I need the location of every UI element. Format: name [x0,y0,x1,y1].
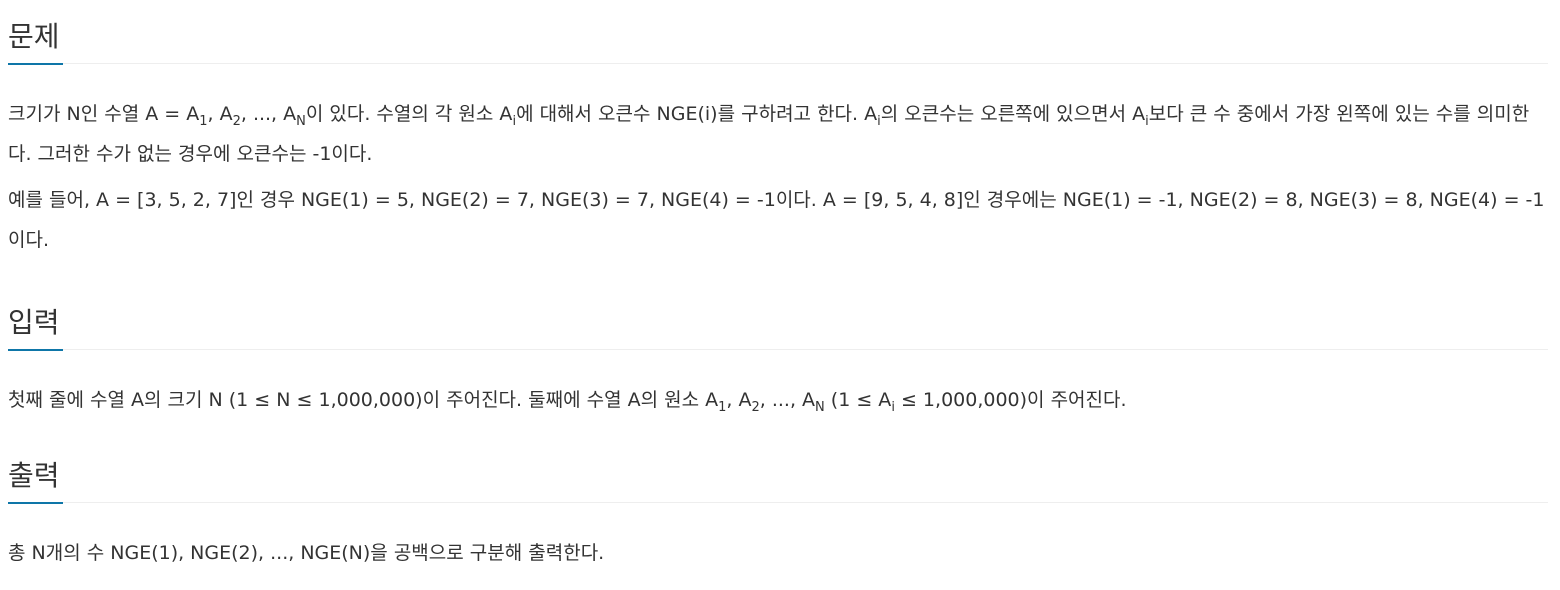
problem-header: 문제 [8,8,1548,65]
subscript: 2 [232,113,241,129]
subscript: N [296,113,306,129]
subscript: 2 [751,399,760,415]
output-paragraph: 총 N개의 수 NGE(1), NGE(2), ..., NGE(N)을 공백으… [8,542,605,564]
text-span: 크기가 N인 수열 A = A [8,103,200,125]
text-span: 이 있다. 수열의 각 원소 A [305,103,513,125]
output-body: 총 N개의 수 NGE(1), NGE(2), ..., NGE(N)을 공백으… [8,533,1548,573]
problem-paragraph-2: 예를 들어, A = [3, 5, 2, 7]인 경우 NGE(1) = 5, … [8,189,1545,251]
text-span: , A [207,103,233,125]
text-span: , ..., A [759,389,816,411]
output-section: 출력 총 N개의 수 NGE(1), NGE(2), ..., NGE(N)을 … [8,447,1548,579]
text-span: ≤ 1,000,000)이 주어진다. [894,389,1127,411]
output-title: 출력 [8,459,60,492]
input-title: 입력 [8,306,60,339]
subscript: N [815,399,825,415]
title-underline [8,349,63,351]
text-span: 첫째 줄에 수열 A의 크기 N (1 ≤ N ≤ 1,000,000)이 주어… [8,389,719,411]
problem-body: 크기가 N인 수열 A = A1, A2, ..., AN이 있다. 수열의 각… [8,94,1548,260]
text-span: , A [726,389,752,411]
text-span: , ..., A [240,103,297,125]
text-span: 의 오큰수는 오른쪽에 있으면서 A [880,103,1146,125]
text-span: (1 ≤ A [824,389,892,411]
problem-paragraph-1: 크기가 N인 수열 A = A1, A2, ..., AN이 있다. 수열의 각… [8,94,1548,174]
subscript: 1 [199,113,208,129]
output-header: 출력 [8,447,1548,504]
problem-page: 문제 크기가 N인 수열 A = A1, A2, ..., AN이 있다. 수열… [0,0,1560,590]
title-underline [8,502,63,504]
problem-title: 문제 [8,20,60,53]
problem-section: 문제 크기가 N인 수열 A = A1, A2, ..., AN이 있다. 수열… [8,8,1548,266]
input-section: 입력 첫째 줄에 수열 A의 크기 N (1 ≤ N ≤ 1,000,000)이… [8,294,1548,426]
text-span: 에 대해서 오큰수 NGE(i)를 구하려고 한다. A [516,103,878,125]
input-header: 입력 [8,294,1548,351]
input-body: 첫째 줄에 수열 A의 크기 N (1 ≤ N ≤ 1,000,000)이 주어… [8,380,1548,420]
input-paragraph: 첫째 줄에 수열 A의 크기 N (1 ≤ N ≤ 1,000,000)이 주어… [8,380,1548,420]
title-underline [8,63,63,65]
